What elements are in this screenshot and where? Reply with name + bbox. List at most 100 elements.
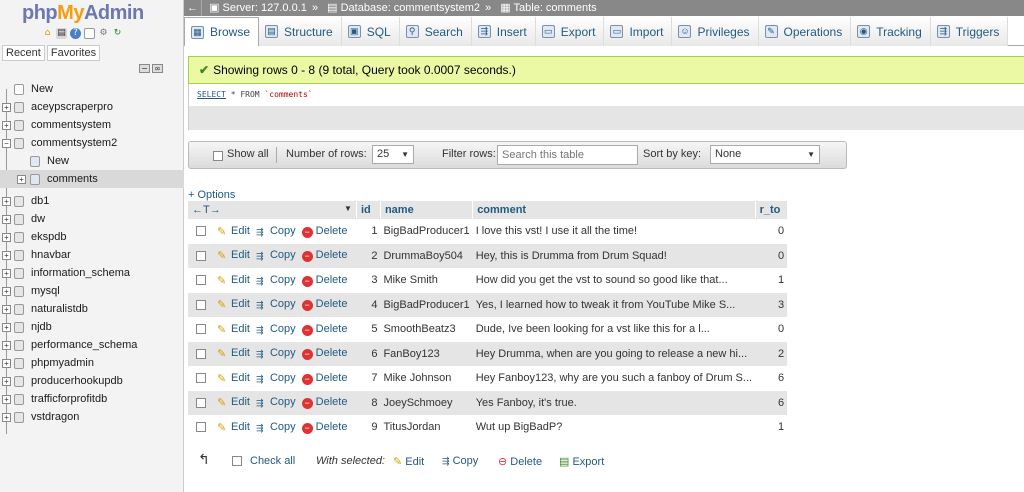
expand-icon[interactable]: + <box>2 197 11 206</box>
delete-button[interactable]: − Delete <box>301 298 347 312</box>
cell-comment[interactable]: I love this vst! I use it all the time! <box>472 219 756 244</box>
breadcrumb-table[interactable]: ▦ Table: comments <box>500 2 596 14</box>
cell-name[interactable]: BigBadProducer1 <box>380 292 473 317</box>
expand-icon[interactable]: + <box>2 305 11 314</box>
home-icon[interactable]: ⌂ <box>42 28 53 39</box>
sql-query-icon[interactable]: ▤ <box>56 28 67 39</box>
row-checkbox[interactable] <box>196 397 206 408</box>
collapse-icon[interactable]: − <box>2 139 11 148</box>
tree-db-hnavbar[interactable]: + hnavbar <box>0 246 184 264</box>
delete-button[interactable]: − Delete <box>301 249 347 263</box>
cell-r-to[interactable]: 3 <box>755 292 788 317</box>
cell-name[interactable]: FanBoy123 <box>380 341 473 366</box>
delete-button[interactable]: − Delete <box>301 421 347 434</box>
expand-icon[interactable]: + <box>2 103 11 112</box>
row-checkbox[interactable] <box>196 250 206 261</box>
expand-icon[interactable]: + <box>2 287 11 296</box>
cell-r-to[interactable]: 0 <box>755 243 788 268</box>
tree-db-aceypscraperpro[interactable]: + aceypscraperpro <box>0 98 184 116</box>
help-icon[interactable]: ? <box>70 28 81 39</box>
tab-import[interactable]: ▭ Import <box>604 17 673 46</box>
copy-button[interactable]: ⇶ Copy <box>256 323 296 335</box>
expand-icon[interactable]: + <box>2 215 11 224</box>
tab-sql[interactable]: ▣ SQL <box>341 17 400 46</box>
tab-operations[interactable]: ✎ Operations <box>758 17 852 46</box>
tree-db-commentsystem[interactable]: + commentsystem <box>0 116 184 134</box>
cell-id[interactable]: 7 <box>356 366 381 391</box>
tab-tracking[interactable]: ◉ Tracking <box>851 17 931 46</box>
tree-db-ekspdb[interactable]: + ekspdb <box>0 228 184 246</box>
sql-keyword[interactable]: SELECT <box>197 90 226 99</box>
check-all-label[interactable]: Check all <box>250 455 295 467</box>
tab-recent[interactable]: Recent <box>2 45 45 61</box>
row-checkbox[interactable] <box>196 226 206 237</box>
row-checkbox[interactable] <box>196 299 206 310</box>
expand-icon[interactable]: + <box>2 341 11 350</box>
expand-icon[interactable]: + <box>2 323 11 332</box>
cell-id[interactable]: 6 <box>356 341 381 366</box>
row-checkbox[interactable] <box>196 275 206 286</box>
collapse-all-icon[interactable]: − <box>139 64 150 73</box>
tree-db-commentsystem2[interactable]: − commentsystem2 <box>0 134 184 152</box>
bulk-copy-button[interactable]: ⇶ Copy <box>442 455 478 467</box>
row-checkbox[interactable] <box>196 422 206 433</box>
expand-icon[interactable]: + <box>2 359 11 368</box>
tree-db-trafficforprofitdb[interactable]: + trafficforprofitdb <box>0 390 184 408</box>
cell-comment[interactable]: Hey, this is Drumma from Drum Squad! <box>472 243 756 268</box>
tab-triggers[interactable]: ⇶ Triggers <box>930 17 1009 46</box>
tree-db-information-schema[interactable]: + information_schema <box>0 264 184 282</box>
cell-comment[interactable]: Yes Fanboy, it's true. <box>472 390 756 415</box>
edit-button[interactable]: ✎ Edit <box>217 225 250 238</box>
cell-name[interactable]: TitusJordan <box>380 415 473 440</box>
cell-comment[interactable]: Wut up BigBadP? <box>472 415 756 440</box>
tree-new-table[interactable]: New <box>0 152 184 170</box>
column-header-id[interactable]: id <box>356 201 381 219</box>
sort-by-key-select[interactable]: None ▼ <box>710 145 820 164</box>
edit-button[interactable]: ✎ Edit <box>217 421 250 434</box>
tab-favorites[interactable]: Favorites <box>46 45 101 61</box>
copy-button[interactable]: ⇶ Copy <box>256 274 296 286</box>
column-header-name[interactable]: name <box>380 201 474 219</box>
cell-name[interactable]: JoeySchmoey <box>380 390 473 415</box>
tab-insert[interactable]: ⇶ Insert <box>471 17 536 46</box>
tree-db-db1[interactable]: + db1 <box>0 192 184 210</box>
copy-button[interactable]: ⇶ Copy <box>256 421 296 433</box>
delete-button[interactable]: − Delete <box>301 274 347 287</box>
cell-id[interactable]: 8 <box>356 390 381 415</box>
edit-button[interactable]: ✎ Edit <box>217 396 250 409</box>
cell-name[interactable]: Mike Johnson <box>380 366 473 391</box>
column-arrows-icon[interactable]: ←T→ <box>192 204 221 216</box>
tree-db-producerhookupdb[interactable]: + producerhookupdb <box>0 372 184 390</box>
edit-button[interactable]: ✎ Edit <box>217 249 250 262</box>
cell-comment[interactable]: Yes, I learned how to tweak it from YouT… <box>472 292 756 317</box>
cell-r-to[interactable]: 0 <box>755 317 788 342</box>
sort-dropdown-icon[interactable]: ▼ <box>344 204 352 213</box>
edit-button[interactable]: ✎ Edit <box>217 323 250 336</box>
copy-button[interactable]: ⇶ Copy <box>256 347 296 359</box>
cell-r-to[interactable]: 1 <box>755 268 788 293</box>
back-arrow-icon[interactable]: ← <box>184 0 202 16</box>
tree-new-database[interactable]: New <box>0 80 184 98</box>
row-checkbox[interactable] <box>196 348 206 359</box>
expand-icon[interactable]: + <box>2 413 11 422</box>
show-all-checkbox[interactable] <box>213 151 223 161</box>
row-checkbox[interactable] <box>196 373 206 384</box>
tree-db-njdb[interactable]: + njdb <box>0 318 184 336</box>
link-with-main-icon[interactable]: ∞ <box>152 64 163 73</box>
cell-r-to[interactable]: 6 <box>755 390 788 415</box>
edit-button[interactable]: ✎ Edit <box>217 274 250 287</box>
cell-r-to[interactable]: 1 <box>755 415 788 440</box>
tab-structure[interactable]: ▤ Structure <box>259 17 342 46</box>
bulk-edit-button[interactable]: ✎ Edit <box>393 455 424 468</box>
tab-browse[interactable]: ▦ Browse <box>184 17 260 46</box>
tab-export[interactable]: ▭ Export <box>535 17 605 46</box>
cell-r-to[interactable]: 6 <box>755 366 788 391</box>
cell-r-to[interactable]: 0 <box>755 219 788 244</box>
copy-button[interactable]: ⇶ Copy <box>256 396 296 408</box>
cell-id[interactable]: 4 <box>356 292 381 317</box>
tree-db-naturalistdb[interactable]: + naturalistdb <box>0 300 184 318</box>
tree-db-vstdragon[interactable]: + vstdragon <box>0 408 184 426</box>
cell-comment[interactable]: Hey Drumma, when are you going to releas… <box>472 341 756 366</box>
expand-icon[interactable]: + <box>17 175 26 184</box>
docs-icon[interactable] <box>84 28 95 39</box>
